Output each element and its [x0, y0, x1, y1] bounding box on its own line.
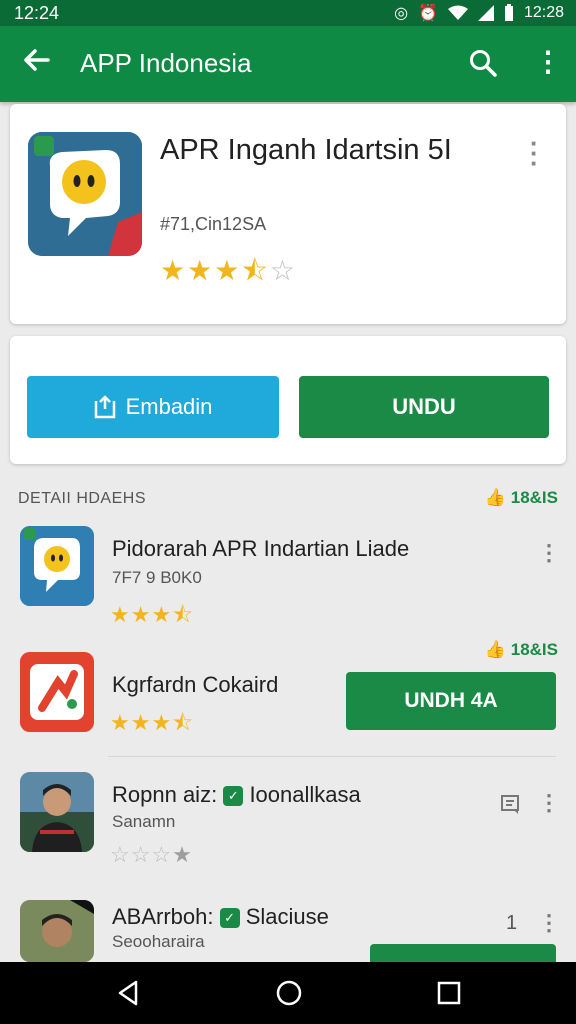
avatar	[20, 772, 94, 852]
arrow-left-icon[interactable]	[20, 44, 56, 80]
battery-icon	[504, 4, 513, 21]
app-name: APR Inganh Idartsin 5I	[160, 134, 452, 166]
list-item-subtitle: Sanamn	[112, 812, 176, 831]
review-icon[interactable]	[500, 794, 522, 816]
avatar	[20, 900, 94, 962]
divider	[108, 756, 556, 757]
app-rating: ★★★⯪☆	[160, 250, 297, 298]
list-item-title: Kgrfardn Cokaird	[112, 672, 279, 697]
open-button[interactable]: Embadin	[27, 376, 279, 438]
app-icon	[20, 652, 94, 732]
status-time-right: 12:28	[523, 4, 564, 21]
app-bar: APP Indonesia ⋮	[0, 26, 576, 102]
list-item-subtitle: 7F7 9 B0K0	[112, 568, 202, 587]
list-item-title: ABArrboh: ✓ Slaciuse	[112, 904, 329, 929]
list-item[interactable]: 👍 18&IS Kgrfardn Cokaird ★★★⯪ UNDH 4A	[0, 636, 576, 756]
open-icon	[94, 395, 115, 419]
list-item-title: Ropnn aiz: ✓ Ioonallkasa	[112, 782, 361, 807]
star-icon: ★	[214, 255, 242, 286]
list-item-rating: ☆☆☆★	[110, 842, 193, 867]
thumbs-up-icon: 👍	[484, 640, 507, 659]
app-icon	[20, 526, 94, 606]
status-time-left: 12:24	[14, 3, 60, 23]
list-item-subtitle: Seooharaira	[112, 932, 205, 951]
list-item[interactable]: Pidorarah APR Indartian Liade 7F7 9 B0K0…	[0, 526, 576, 636]
list-item-rating: ★★★⯪	[110, 710, 195, 735]
wifi-icon	[447, 5, 468, 20]
install-button-label: UNDU	[392, 394, 456, 419]
install-button[interactable]: UNDH 4A	[346, 672, 556, 730]
actions-card: Embadin UNDU	[10, 336, 566, 464]
list-item-more-icon[interactable]: ⋮	[538, 910, 560, 936]
home-nav-icon[interactable]	[274, 978, 306, 1010]
verified-icon: ✓	[223, 786, 244, 806]
page-title: APP Indonesia	[80, 48, 252, 78]
list-item-title: Pidorarah APR Indartian Liade	[112, 536, 410, 561]
recents-nav-icon[interactable]	[434, 978, 466, 1010]
list-item[interactable]: Ropnn aiz: ✓ Ioonallkasa Sanamn ☆☆☆★ ⋮	[0, 772, 576, 882]
app-meta: #71,Cin12SA	[160, 214, 267, 234]
search-icon[interactable]	[468, 48, 500, 80]
card-overflow-icon[interactable]: · · ·	[530, 130, 539, 176]
list-item-rating: ★★★⯪	[110, 602, 195, 627]
alarm-icon: ⏰	[418, 5, 438, 22]
list-item[interactable]: ABArrboh: ✓ Slaciuse Seooharaira 1 ⋮	[0, 898, 576, 962]
list-item-side-text: 1	[506, 912, 518, 934]
whatsapp-icon: ◎	[394, 5, 409, 22]
install-button[interactable]: UNDU	[299, 376, 549, 438]
section-title: DETAII HDAEHS	[18, 490, 146, 507]
verified-icon: ✓	[219, 908, 240, 928]
more-vert-icon[interactable]: ⋮	[534, 48, 562, 80]
section-count: 👍 18&IS	[484, 488, 558, 507]
thumbs-up-icon: 👍	[484, 488, 507, 507]
app-header-card: APR Inganh Idartsin 5I #71,Cin12SA ★★★⯪☆…	[10, 104, 566, 324]
status-bar: 12:24 ◎ ⏰ 12:28	[0, 0, 576, 26]
install-button[interactable]	[370, 944, 556, 962]
list-item-more-icon[interactable]: ⋮	[538, 790, 560, 816]
list-item-more-icon[interactable]: ⋮	[538, 540, 560, 566]
list-item-count: 👍 18&IS	[484, 640, 558, 659]
star-half-icon: ⯪	[241, 255, 270, 286]
open-button-label: Embadin	[125, 394, 213, 419]
back-nav-icon[interactable]	[114, 978, 146, 1010]
star-icon: ★	[187, 255, 215, 286]
signal-icon	[477, 5, 494, 21]
app-icon	[28, 132, 142, 256]
star-outline-icon: ☆	[269, 255, 297, 286]
star-icon: ★	[160, 255, 188, 286]
system-navigation-bar	[0, 962, 576, 1024]
